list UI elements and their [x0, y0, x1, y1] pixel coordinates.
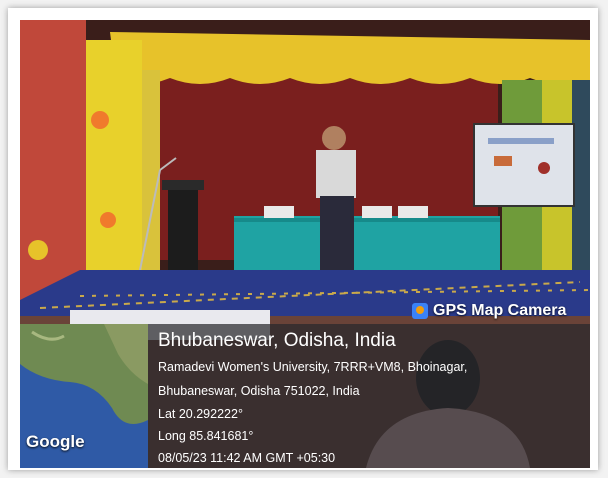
- longitude-text: Long 85.841681°: [158, 429, 254, 443]
- location-title: Bhubaneswar, Odisha, India: [158, 330, 396, 351]
- camera-icon: [412, 303, 428, 319]
- gps-camera-badge: GPS Map Camera: [412, 300, 566, 322]
- timestamp-text: 08/05/23 11:42 AM GMT +05:30: [158, 451, 336, 465]
- address-line-2: Bhubaneswar, Odisha 751022, India: [158, 384, 360, 398]
- gps-camera-label: GPS Map Camera: [433, 302, 567, 319]
- google-logo: Google: [26, 432, 85, 451]
- address-line-1: Ramadevi Women's University, 7RRR+VM8, B…: [158, 360, 468, 374]
- latitude-text: Lat 20.292222°: [158, 407, 243, 421]
